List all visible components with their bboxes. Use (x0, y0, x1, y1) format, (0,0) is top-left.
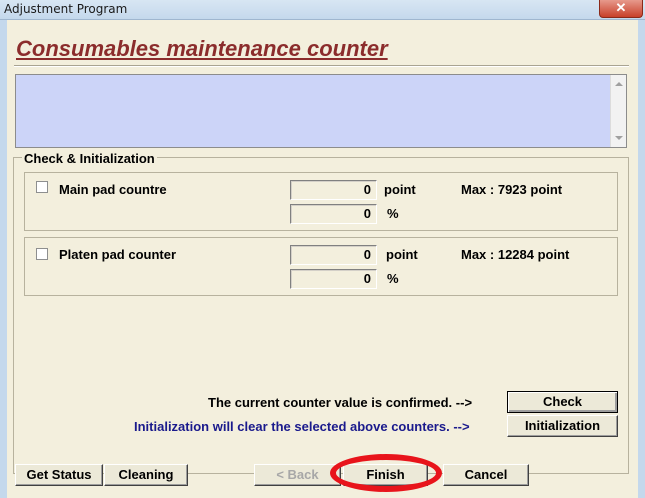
platen-pad-point-field: 0 (290, 245, 377, 265)
finish-button[interactable]: Finish (343, 464, 428, 486)
page-title: Consumables maintenance counter (16, 36, 388, 61)
cleaning-button[interactable]: Cleaning (104, 464, 188, 486)
main-pad-point-field: 0 (290, 180, 377, 200)
groupbox-label: Check & Initialization (22, 151, 157, 166)
platen-pad-max-text: Max : 12284 point (461, 247, 570, 262)
get-status-button[interactable]: Get Status (15, 464, 103, 486)
initialization-button[interactable]: Initialization (507, 415, 618, 437)
main-pad-max-text: Max : 7923 point (461, 182, 563, 197)
info-text-area[interactable] (15, 74, 627, 148)
dialog-body: Consumables maintenance counter Check & … (7, 20, 638, 498)
window-frame-right (638, 20, 645, 498)
window-frame-left (0, 20, 7, 498)
platen-pad-point-unit: point (386, 247, 418, 262)
close-button[interactable]: ✕ (599, 0, 643, 18)
cancel-button[interactable]: Cancel (443, 464, 529, 486)
check-hint: The current counter value is confirmed. … (208, 395, 473, 410)
back-button[interactable]: < Back (254, 464, 341, 486)
main-pad-label: Main pad countre (59, 182, 167, 197)
main-pad-point-unit: point (384, 182, 416, 197)
main-pad-checkbox[interactable] (36, 181, 48, 193)
platen-pad-label: Platen pad counter (59, 247, 177, 262)
window-title: Adjustment Program (4, 2, 128, 16)
init-hint: Initialization will clear the selected a… (134, 419, 470, 434)
scroll-down-arrow-icon[interactable] (615, 136, 623, 140)
main-pad-percent-field: 0 (290, 204, 377, 224)
title-bar: Adjustment Program ✕ (0, 0, 645, 20)
scroll-up-arrow-icon[interactable] (615, 82, 623, 86)
platen-pad-checkbox[interactable] (36, 248, 48, 260)
platen-pad-percent-unit: % (387, 271, 399, 286)
main-pad-percent-unit: % (387, 206, 399, 221)
info-scrollbar[interactable] (610, 75, 626, 147)
platen-pad-percent-field: 0 (290, 269, 377, 289)
title-divider (14, 65, 629, 67)
check-button[interactable]: Check (507, 391, 618, 413)
